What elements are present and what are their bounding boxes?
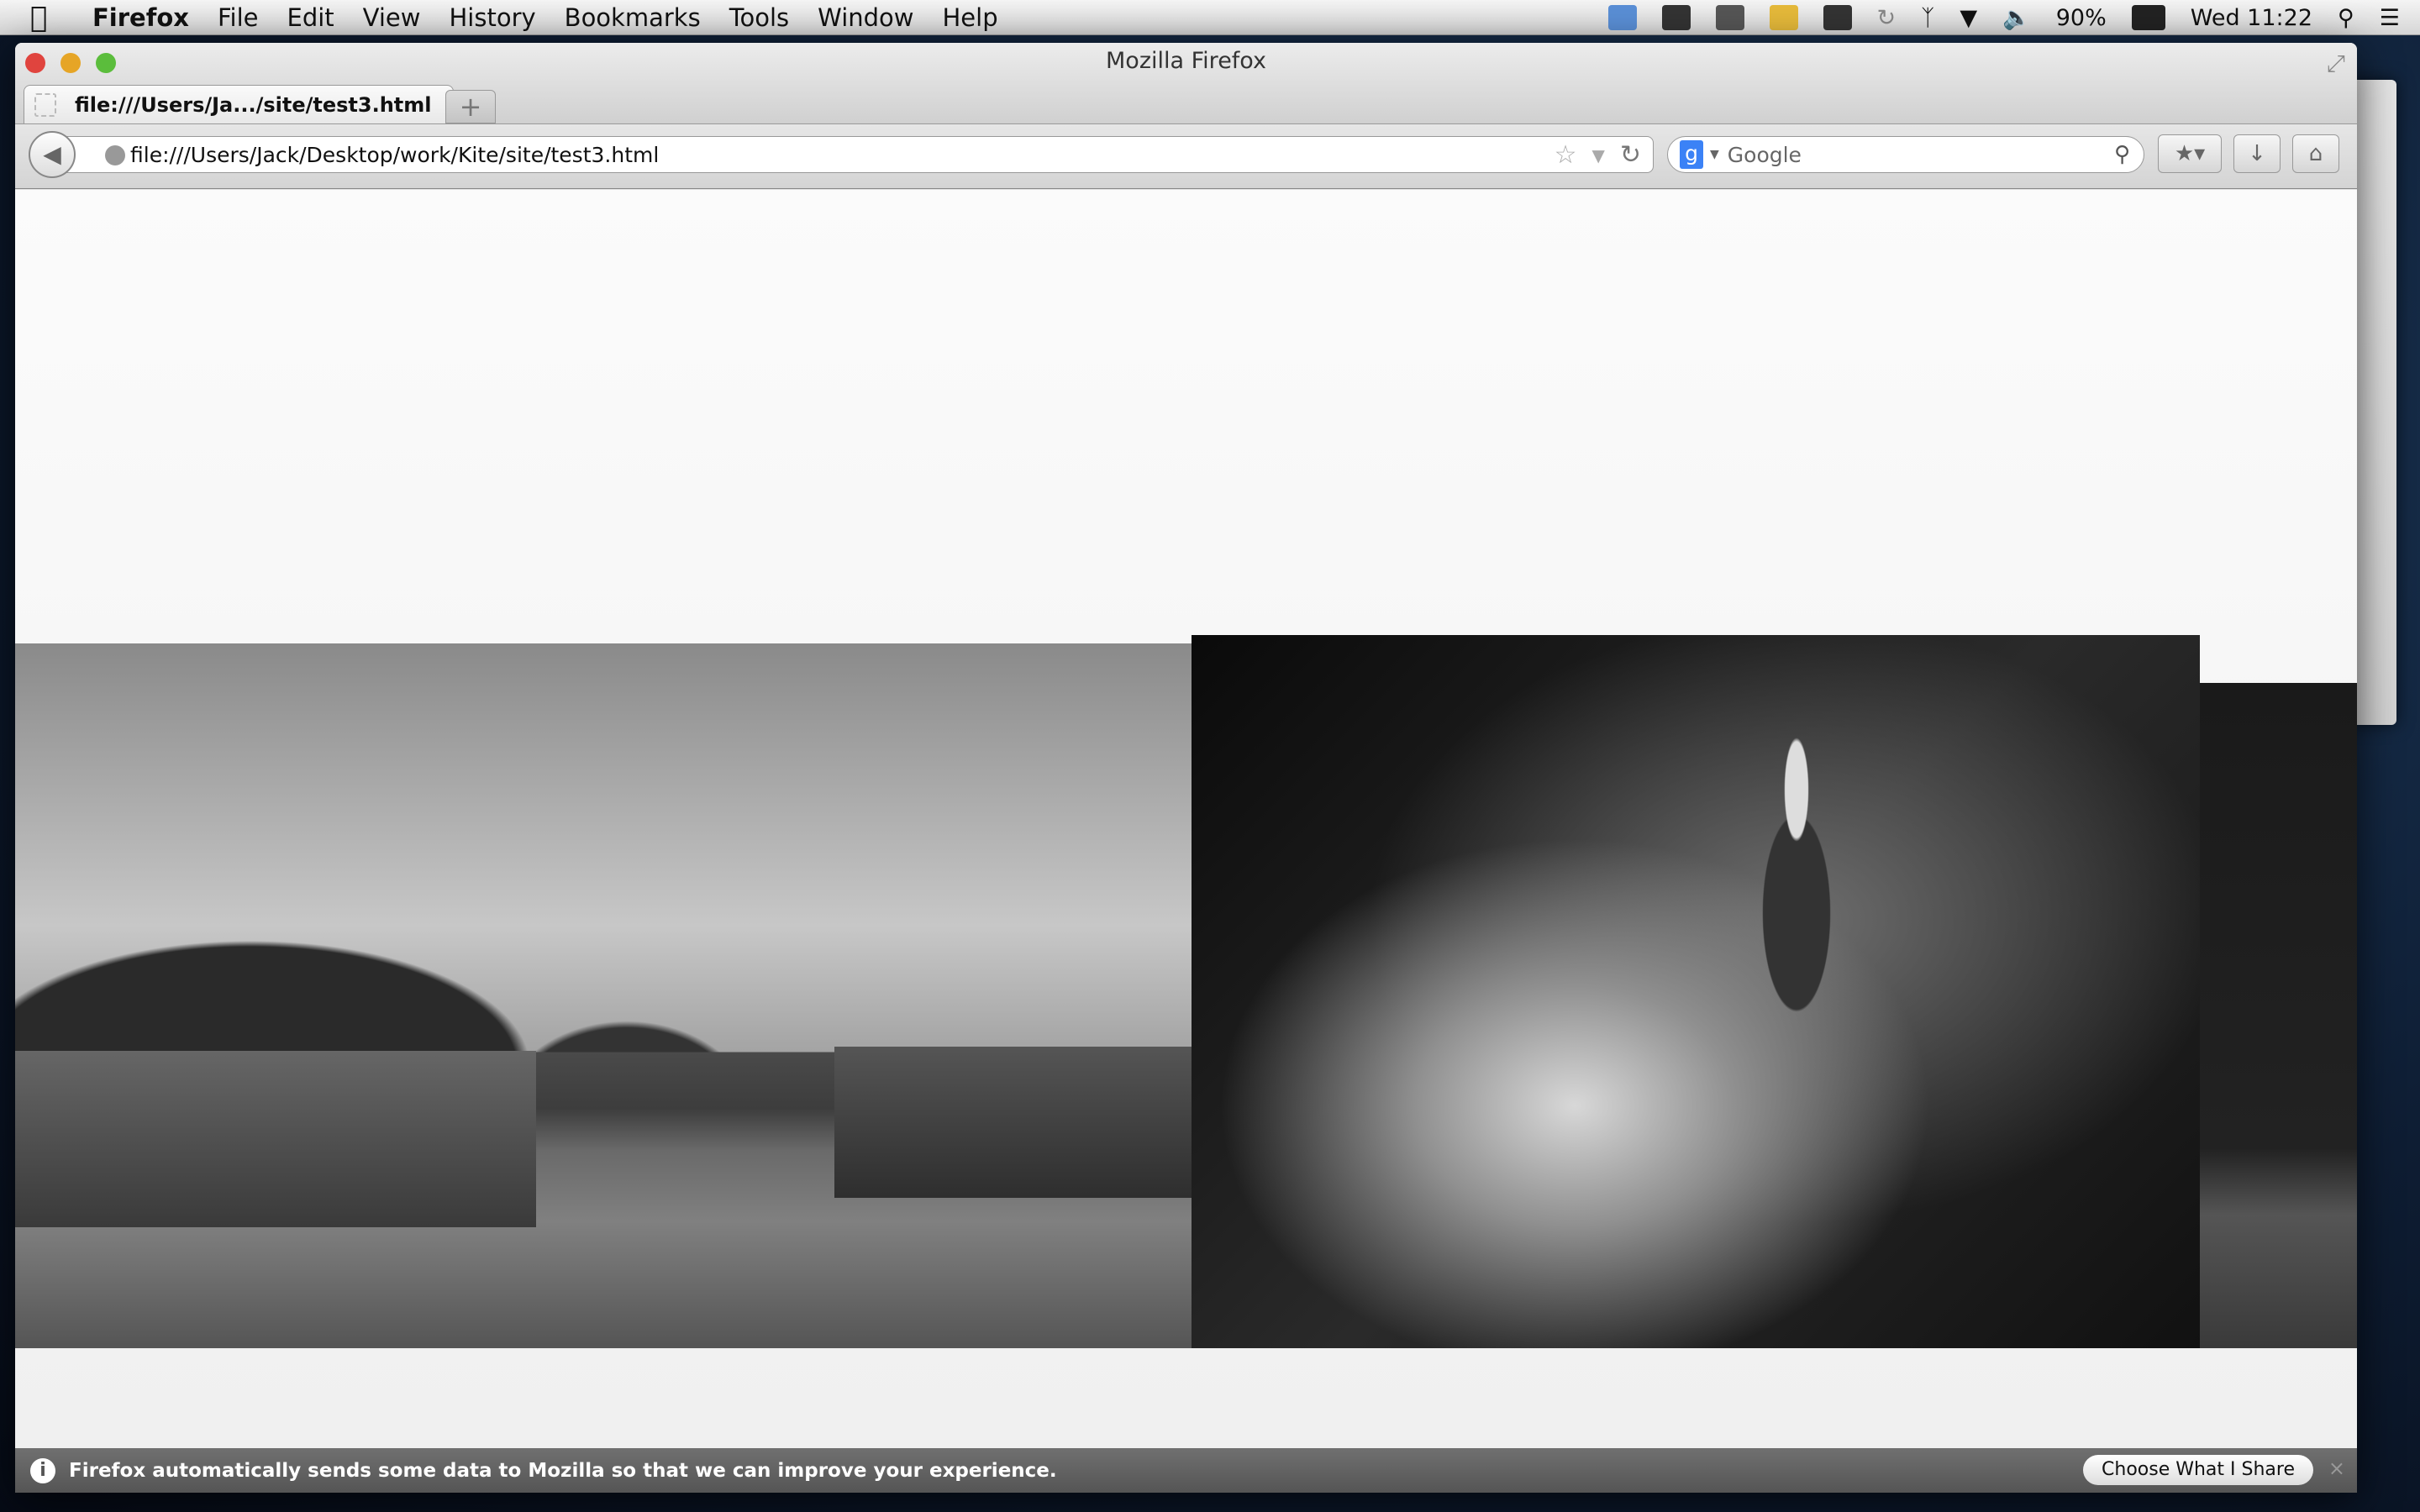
menu-window[interactable]: Window [818, 3, 913, 32]
url-bar[interactable]: file:///Users/Jack/Desktop/work/Kite/sit… [57, 136, 1654, 173]
notification-message: Firefox automatically sends some data to… [69, 1459, 1057, 1482]
menu-history[interactable]: History [450, 3, 536, 32]
menu-bar:  Firefox File Edit View History Bookmar… [0, 0, 2420, 35]
menu-file[interactable]: File [218, 3, 259, 32]
volume-icon[interactable]: 🔈 [2002, 4, 2031, 31]
spotlight-search-icon[interactable]: ⚲ [2338, 5, 2354, 31]
partial-photo [2200, 683, 2357, 1348]
tab-active[interactable]: file:///Users/Ja.../site/test3.html [24, 85, 454, 123]
globe-icon [105, 145, 125, 165]
menu-app-name[interactable]: Firefox [92, 3, 189, 32]
navigation-toolbar: ◀ file:///Users/Jack/Desktop/work/Kite/s… [15, 123, 2357, 189]
fullscreen-icon[interactable]: ⤢ [2327, 50, 2345, 78]
engine-dropdown-icon[interactable]: ▼ [1710, 148, 1719, 161]
wifi-icon[interactable]: ▼ [1960, 5, 1977, 31]
notification-bar: i Firefox automatically sends some data … [15, 1448, 2357, 1493]
bookmarks-menu-button[interactable]: ★▾ [2158, 134, 2222, 173]
harbor-photo [15, 643, 1192, 1348]
bluetooth-icon[interactable]: ᛉ [1921, 5, 1934, 31]
close-notification-icon[interactable]: × [2328, 1457, 2345, 1480]
notification-center-icon[interactable]: ☰ [2380, 5, 2400, 31]
search-bar[interactable]: g ▼ Google ⚲ [1667, 136, 2144, 173]
home-button[interactable]: ⌂ [2292, 134, 2339, 173]
dropbox-icon[interactable] [1607, 5, 1637, 30]
truck-icon[interactable] [1661, 5, 1691, 30]
choose-what-i-share-button[interactable]: Choose What I Share [2083, 1455, 2313, 1485]
search-placeholder: Google [1727, 142, 1802, 167]
menu-help[interactable]: Help [943, 3, 998, 32]
downloads-button[interactable]: ↓ [2233, 134, 2281, 173]
menu-edit[interactable]: Edit [287, 3, 334, 32]
back-button[interactable]: ◀ [29, 131, 76, 178]
browser-window: Mozilla Firefox ⤢ file:///Users/Ja.../si… [15, 43, 2357, 1493]
clock[interactable]: Wed 11:22 [2191, 5, 2312, 31]
battery-icon[interactable] [2131, 5, 2165, 30]
new-tab-button[interactable]: + [445, 90, 496, 123]
menu-view[interactable]: View [363, 3, 421, 32]
window-title: Mozilla Firefox [1106, 48, 1266, 74]
search-icon[interactable]: ⚲ [2114, 142, 2130, 167]
running-girl-photo [1192, 635, 2200, 1348]
url-text[interactable]: file:///Users/Jack/Desktop/work/Kite/sit… [130, 143, 659, 167]
apple-menu-icon[interactable]:  [30, 1, 64, 34]
tab-label: file:///Users/Ja.../site/test3.html [75, 92, 432, 117]
menu-bookmarks[interactable]: Bookmarks [565, 3, 701, 32]
bookmark-star-icon[interactable]: ☆ [1555, 140, 1577, 171]
menu-tools[interactable]: Tools [729, 3, 789, 32]
battery-percent[interactable]: 90% [2056, 5, 2107, 31]
info-icon: i [30, 1457, 55, 1483]
memory-icon[interactable] [1823, 5, 1852, 30]
vr-app-icon[interactable] [1769, 5, 1798, 30]
time-machine-icon[interactable]: ↻ [1877, 5, 1897, 31]
display-mirror-icon[interactable] [1715, 5, 1744, 30]
history-dropdown-icon[interactable]: ▼ [1591, 140, 1604, 171]
page-content [15, 190, 2357, 1448]
page-favicon-icon [34, 92, 56, 117]
reload-icon[interactable]: ↻ [1620, 140, 1641, 171]
google-engine-icon[interactable]: g [1680, 140, 1703, 169]
